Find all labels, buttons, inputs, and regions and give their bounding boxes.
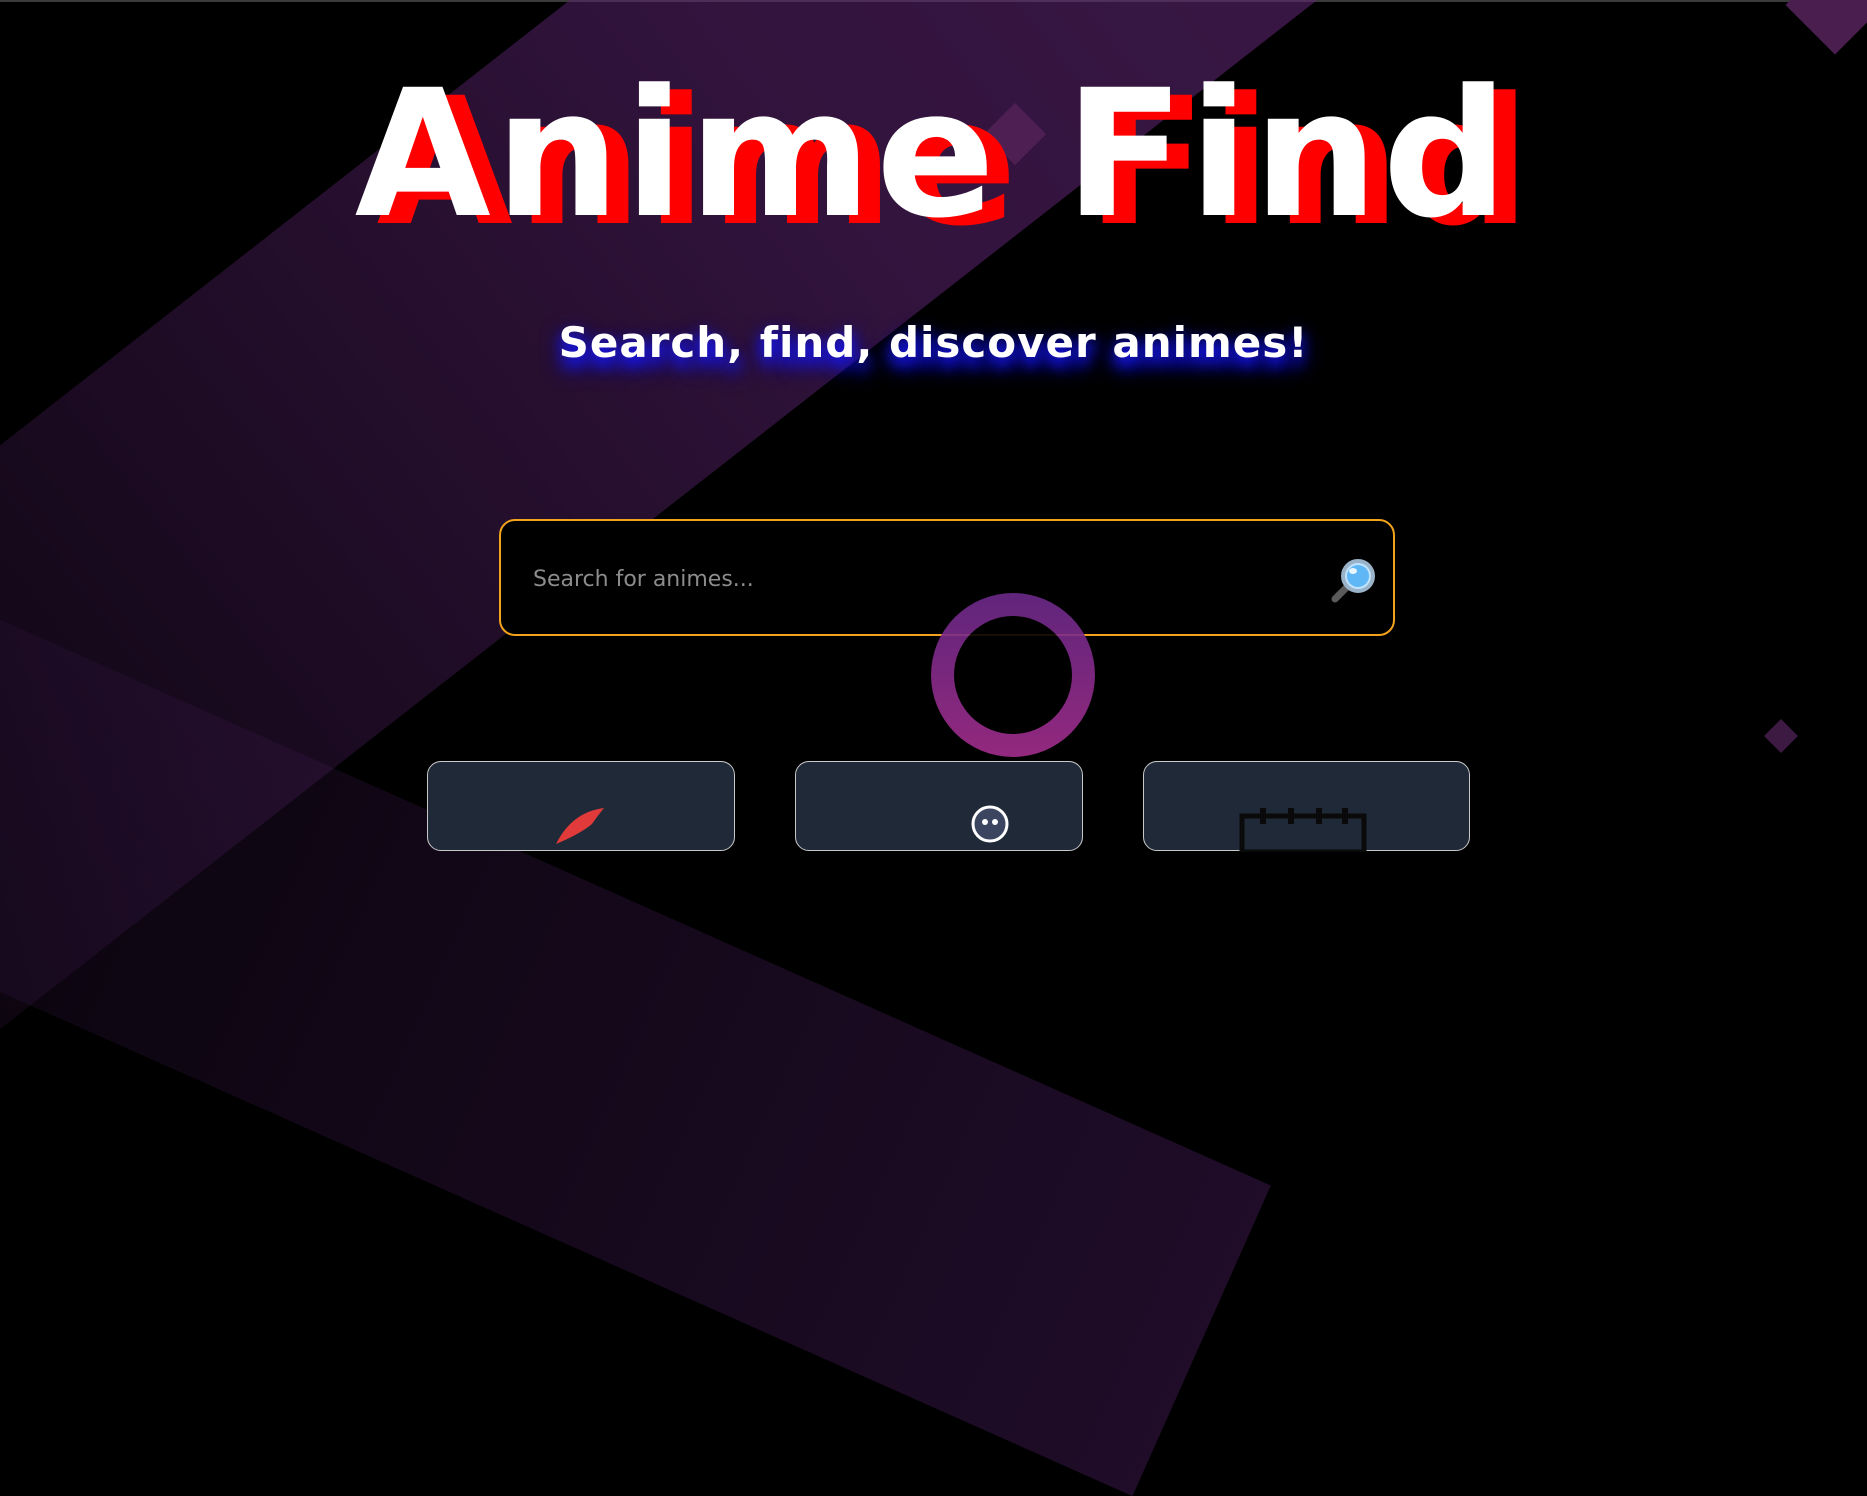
top-border xyxy=(0,0,1867,2)
page-title: Anime Find xyxy=(354,52,1513,257)
search-button[interactable] xyxy=(1327,553,1381,607)
decorative-diamond-corner xyxy=(1785,0,1867,55)
decorative-diamond-small xyxy=(1764,719,1798,753)
search-input[interactable] xyxy=(531,555,1295,603)
rocket-icon xyxy=(556,808,604,844)
search-bar xyxy=(499,519,1395,636)
category-card[interactable] xyxy=(1143,761,1470,852)
category-card[interactable] xyxy=(795,761,1083,851)
category-card[interactable] xyxy=(427,761,735,851)
calendar-icon xyxy=(1239,808,1367,852)
page-subtitle: Search, find, discover animes! xyxy=(558,318,1309,367)
loading-spinner xyxy=(931,593,1095,757)
ghost-icon xyxy=(971,805,1009,843)
magnifier-icon xyxy=(1331,559,1375,603)
